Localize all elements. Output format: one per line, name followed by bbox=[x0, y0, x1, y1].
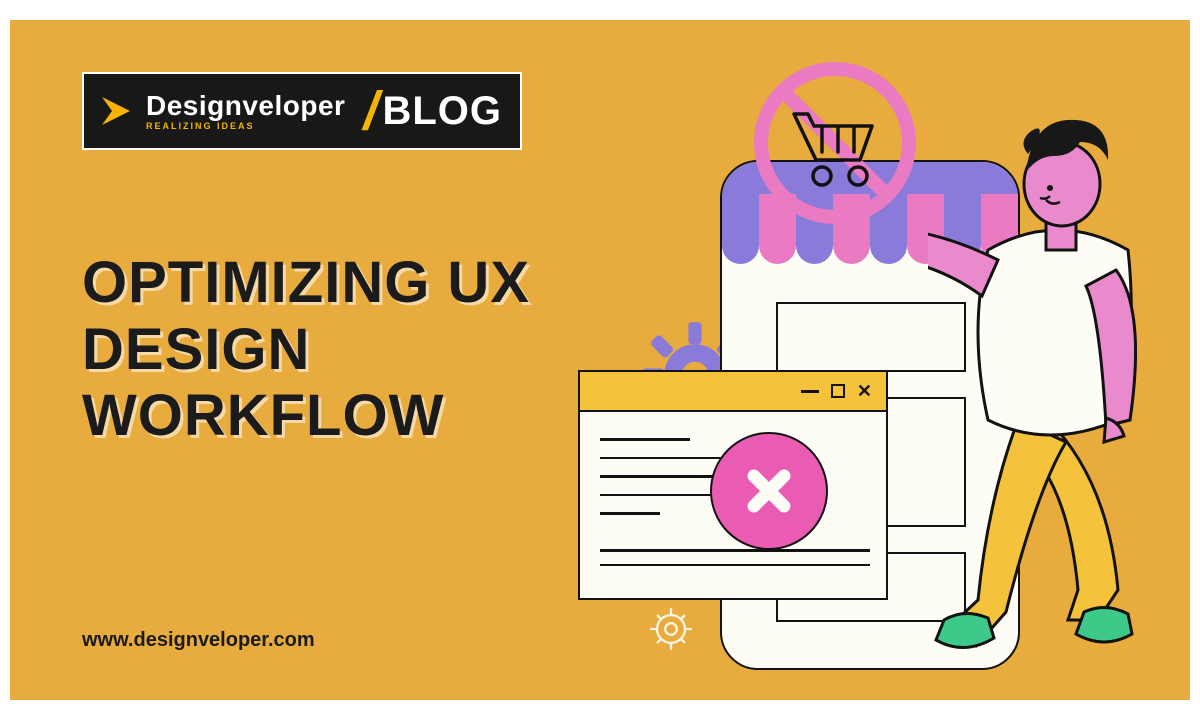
logo-slash: / bbox=[363, 80, 378, 142]
error-popup-window: ✕ bbox=[578, 370, 888, 600]
logo-blog-label: BLOG bbox=[382, 89, 502, 134]
title-line-3: WORKFLOW bbox=[82, 383, 444, 448]
brand-name: Designveloper bbox=[146, 92, 345, 120]
window-titlebar: ✕ bbox=[580, 372, 886, 412]
title-line-2: DESIGN bbox=[82, 317, 310, 382]
window-minimize-icon bbox=[801, 390, 819, 393]
hero-illustration: ✕ bbox=[550, 40, 1160, 680]
page-title: OPTIMIZING UX DESIGN WORKFLOW bbox=[82, 250, 530, 450]
logo-text: Designveloper REALIZING IDEAS bbox=[146, 92, 345, 131]
brand-tagline: REALIZING IDEAS bbox=[146, 122, 345, 131]
wireframe-lines bbox=[600, 549, 870, 578]
no-cart-icon bbox=[750, 58, 920, 228]
gear-icon bbox=[642, 600, 700, 658]
window-close-icon: ✕ bbox=[857, 381, 872, 402]
person-illustration bbox=[928, 100, 1168, 680]
brand-logo-badge: Designveloper REALIZING IDEAS / BLOG bbox=[82, 72, 522, 150]
window-maximize-icon bbox=[831, 384, 845, 398]
blog-hero-banner: Designveloper REALIZING IDEAS / BLOG OPT… bbox=[10, 20, 1190, 700]
error-x-icon bbox=[710, 432, 828, 550]
logo-arrow-icon bbox=[96, 91, 136, 131]
site-url: www.designveloper.com bbox=[82, 629, 315, 652]
title-line-1: OPTIMIZING UX bbox=[82, 250, 530, 315]
